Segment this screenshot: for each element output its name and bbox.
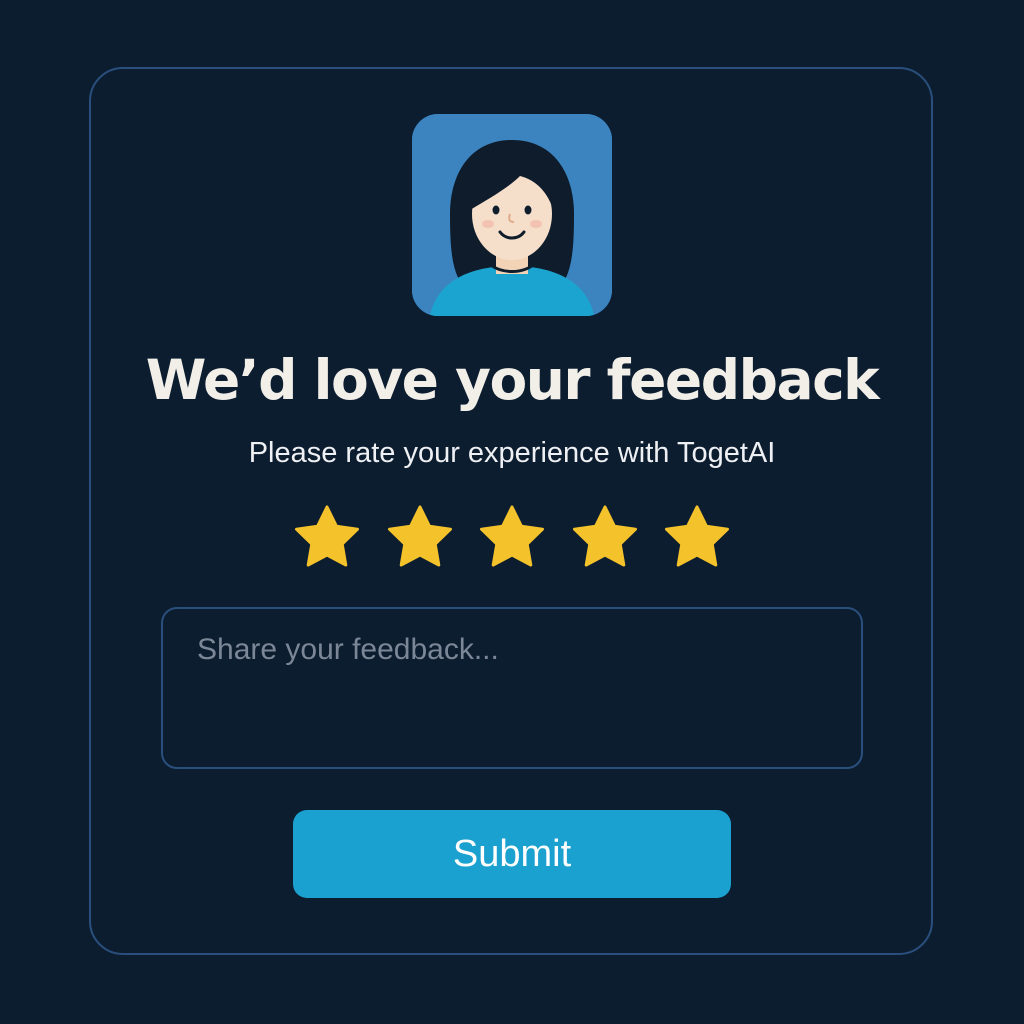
- star-icon[interactable]: [292, 503, 362, 573]
- feedback-input[interactable]: [161, 607, 863, 769]
- star-rating: [292, 503, 732, 573]
- page-title: We’d love your feedback: [145, 348, 880, 412]
- page-subtitle: Please rate your experience with TogetAI: [248, 437, 776, 469]
- star-icon[interactable]: [385, 503, 455, 573]
- star-icon[interactable]: [477, 503, 547, 573]
- submit-button[interactable]: Submit: [293, 810, 731, 898]
- star-icon[interactable]: [662, 503, 732, 573]
- woman-avatar-icon: [412, 114, 612, 316]
- star-icon[interactable]: [570, 503, 640, 573]
